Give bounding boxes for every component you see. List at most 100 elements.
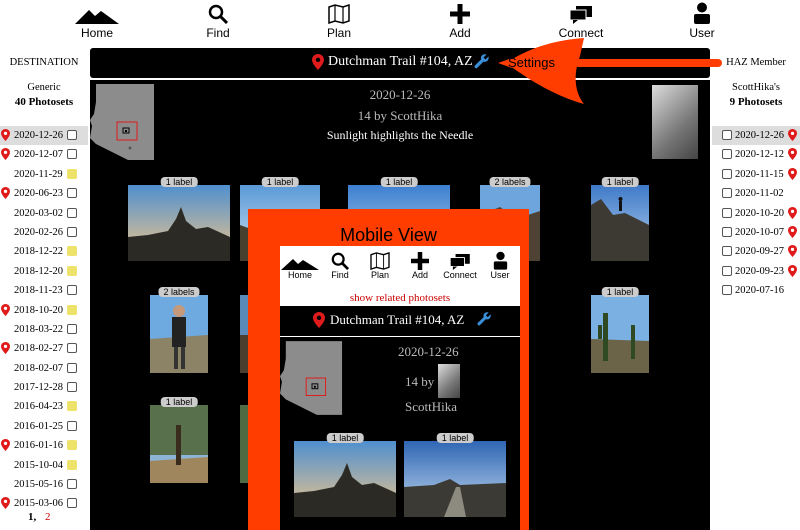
mobile-nav-add[interactable]: Add xyxy=(400,248,440,280)
photoset-checkbox[interactable] xyxy=(67,207,77,218)
photoset-date-link[interactable]: 2020-10-20 xyxy=(735,204,784,223)
photoset-checkbox[interactable] xyxy=(722,149,732,160)
photoset-date-link[interactable]: 2018-11-23 xyxy=(14,281,63,300)
photo-thumbnail[interactable]: 2 labels xyxy=(150,287,208,373)
destination-photoset-row[interactable]: 2018-12-20 xyxy=(0,262,88,281)
photoset-date-link[interactable]: 2020-12-12 xyxy=(735,145,784,164)
photoset-date-link[interactable]: 2020-09-27 xyxy=(735,242,784,261)
destination-photoset-row[interactable]: 2016-04-23 xyxy=(0,397,88,416)
destination-photoset-row[interactable]: 2018-02-07 xyxy=(0,359,88,378)
photoset-checkbox[interactable] xyxy=(67,188,77,199)
destination-photoset-row[interactable]: 2020-11-29 xyxy=(0,165,88,184)
mobile-author-name[interactable]: ScottHika xyxy=(405,399,457,415)
mobile-nav-plan[interactable]: Plan xyxy=(360,248,400,280)
photoset-byline[interactable]: 14 by ScottHika xyxy=(90,108,710,124)
photoset-date-link[interactable]: 2020-12-26 xyxy=(735,126,784,145)
photo-thumbnail[interactable]: 1 label xyxy=(150,397,208,483)
photoset-checkbox[interactable] xyxy=(67,323,77,334)
destination-photoset-row[interactable]: 2016-01-16 xyxy=(0,436,88,455)
mobile-nav-connect[interactable]: Connect xyxy=(440,248,480,280)
photo-thumbnail[interactable]: 1 label xyxy=(128,177,230,261)
wrench-icon[interactable] xyxy=(474,54,490,70)
nav-home[interactable]: Home xyxy=(57,2,137,40)
member-photoset-row[interactable]: 2020-12-12 xyxy=(712,145,800,164)
photo-thumbnail[interactable]: 1 label xyxy=(591,287,649,373)
photoset-date-link[interactable]: 2020-11-15 xyxy=(735,165,784,184)
destination-photoset-row[interactable]: 2018-11-23 xyxy=(0,281,88,300)
photoset-checkbox[interactable] xyxy=(67,130,77,140)
photoset-checkbox[interactable] xyxy=(67,420,77,431)
member-photoset-row[interactable]: 2020-09-27 xyxy=(712,242,800,261)
wrench-icon[interactable] xyxy=(477,312,492,327)
photoset-checkbox[interactable] xyxy=(67,246,77,257)
destination-photoset-row[interactable]: 2018-02-27 xyxy=(0,339,88,358)
photoset-date-link[interactable]: 2020-09-23 xyxy=(735,262,784,281)
photoset-date-link[interactable]: 2020-10-07 xyxy=(735,223,784,242)
photoset-checkbox[interactable] xyxy=(722,130,732,140)
mobile-nav-home[interactable]: Home xyxy=(280,248,320,280)
member-photoset-row[interactable]: 2020-07-16 xyxy=(712,281,800,300)
nav-plan[interactable]: Plan xyxy=(299,2,379,40)
nav-find[interactable]: Find xyxy=(178,2,258,40)
destination-photoset-row[interactable]: 2018-12-22 xyxy=(0,242,88,261)
photoset-checkbox[interactable] xyxy=(67,440,77,451)
photoset-checkbox[interactable] xyxy=(722,265,732,276)
photoset-date-link[interactable]: 2018-12-22 xyxy=(14,242,63,261)
photoset-date-link[interactable]: 2020-12-26 xyxy=(14,126,63,145)
mobile-nav-user[interactable]: User xyxy=(480,248,520,280)
photoset-date-link[interactable]: 2020-03-02 xyxy=(14,204,63,223)
photoset-date-link[interactable]: 2016-01-16 xyxy=(14,436,63,455)
show-related-photosets-link[interactable]: show related photosets xyxy=(280,292,520,306)
member-photoset-row[interactable]: 2020-12-26 xyxy=(712,126,800,146)
destination-photoset-row[interactable]: 2020-12-26 xyxy=(0,126,88,146)
mobile-photo-thumbnail[interactable]: 1 label xyxy=(294,433,396,519)
photoset-checkbox[interactable] xyxy=(67,479,77,490)
photoset-checkbox[interactable] xyxy=(67,498,77,509)
photoset-date-link[interactable]: 2020-11-29 xyxy=(14,165,63,184)
destination-photoset-row[interactable]: 2018-10-20 xyxy=(0,301,88,320)
nav-connect[interactable]: Connect xyxy=(541,2,621,40)
photoset-date-link[interactable]: 2018-12-20 xyxy=(14,262,63,281)
mobile-trail-title[interactable]: Dutchman Trail #104, AZ xyxy=(330,312,464,328)
page-2-link[interactable]: 2 xyxy=(45,511,51,523)
photoset-checkbox[interactable] xyxy=(722,188,732,199)
destination-photoset-row[interactable]: 2015-05-16 xyxy=(0,475,88,494)
photoset-date-link[interactable]: 2017-12-28 xyxy=(14,378,63,397)
photoset-checkbox[interactable] xyxy=(67,362,77,373)
photoset-checkbox[interactable] xyxy=(67,285,77,296)
photoset-date-link[interactable]: 2016-01-25 xyxy=(14,417,63,436)
destination-photoset-row[interactable]: 2020-03-02 xyxy=(0,204,88,223)
member-photoset-row[interactable]: 2020-10-07 xyxy=(712,223,800,242)
photoset-checkbox[interactable] xyxy=(722,285,732,296)
photoset-checkbox[interactable] xyxy=(67,149,77,160)
photoset-date-link[interactable]: 2016-04-23 xyxy=(14,397,63,416)
photoset-checkbox[interactable] xyxy=(67,343,77,354)
photoset-checkbox[interactable] xyxy=(67,265,77,276)
photoset-checkbox[interactable] xyxy=(722,207,732,218)
photoset-date-link[interactable]: 2018-10-20 xyxy=(14,301,63,320)
photo-thumbnail[interactable]: 1 label xyxy=(591,177,649,261)
photoset-date-link[interactable]: 2015-05-16 xyxy=(14,475,63,494)
member-photoset-row[interactable]: 2020-10-20 xyxy=(712,204,800,223)
photoset-checkbox[interactable] xyxy=(67,304,77,315)
photoset-date-link[interactable]: 2020-07-16 xyxy=(735,281,784,300)
photoset-date-link[interactable]: 2018-02-27 xyxy=(14,339,63,358)
destination-photoset-row[interactable]: 2018-03-22 xyxy=(0,320,88,339)
photoset-date-link[interactable]: 2015-10-04 xyxy=(14,456,63,475)
mobile-photo-thumbnail[interactable]: 1 label xyxy=(404,433,506,519)
photoset-checkbox[interactable] xyxy=(722,226,732,237)
photoset-checkbox[interactable] xyxy=(722,246,732,257)
photoset-date-link[interactable]: 2020-02-26 xyxy=(14,223,63,242)
location-pin-icon[interactable] xyxy=(1,497,10,516)
photoset-checkbox[interactable] xyxy=(67,226,77,237)
photoset-date-link[interactable]: 2018-03-22 xyxy=(14,320,63,339)
photoset-date-link[interactable]: 2020-12-07 xyxy=(14,145,63,164)
member-photoset-row[interactable]: 2020-11-15 xyxy=(712,165,800,184)
photoset-date-link[interactable]: 2020-06-23 xyxy=(14,184,63,203)
photoset-date-link[interactable]: 2018-02-07 xyxy=(14,359,63,378)
destination-photoset-row[interactable]: 2020-12-07 xyxy=(0,145,88,164)
destination-photoset-row[interactable]: 2017-12-28 xyxy=(0,378,88,397)
photoset-checkbox[interactable] xyxy=(67,459,77,470)
trail-title[interactable]: Dutchman Trail #104, AZ xyxy=(328,54,473,70)
arizona-map[interactable] xyxy=(280,341,344,417)
